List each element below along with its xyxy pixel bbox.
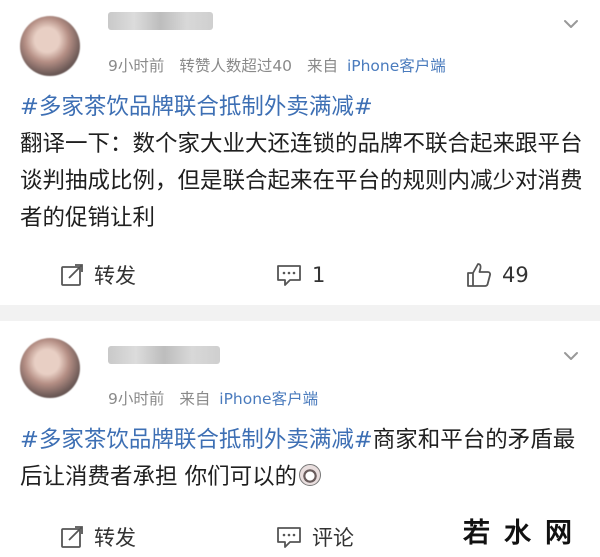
watermark-text: 若水网	[463, 518, 586, 549]
post-time: 9小时前	[108, 57, 165, 75]
username-blurred[interactable]	[108, 12, 213, 30]
post-text: #多家茶饮品牌联合抵制外卖满减#商家和平台的矛盾最后让消费者承担 你们可以的	[20, 422, 585, 496]
comment-label: 评论	[312, 526, 354, 550]
repost-label: 转发	[94, 264, 136, 288]
post-text: #多家茶饮品牌联合抵制外卖满减# 翻译一下：数个家大业大还连锁的品牌不联合起来跟…	[20, 89, 585, 237]
post-meta: 9小时前 转赞人数超过40 来自 iPhone客户端	[108, 54, 446, 76]
comment-count: 1	[312, 263, 326, 287]
post-meta: 9小时前 来自 iPhone客户端	[108, 387, 318, 409]
post-time: 9小时前	[108, 390, 165, 408]
avatar[interactable]	[20, 338, 80, 398]
repost-icon	[61, 264, 83, 286]
avatar[interactable]	[20, 16, 80, 76]
post-source-prefix: 来自	[306, 57, 338, 75]
post-card-1: 9小时前 转赞人数超过40 来自 iPhone客户端 #多家茶饮品牌联合抵制外卖…	[0, 0, 600, 305]
comment-button[interactable]: 评论	[276, 517, 354, 557]
like-button[interactable]: 49	[466, 255, 529, 295]
emoji-icon	[299, 464, 322, 486]
username-blurred[interactable]	[108, 346, 220, 364]
topic-link[interactable]: #多家茶饮品牌联合抵制外卖满减#	[20, 94, 373, 120]
post-source-prefix: 来自	[179, 390, 211, 408]
comment-button[interactable]: 1	[276, 255, 325, 295]
post-stat: 转赞人数超过40	[179, 57, 293, 75]
chevron-down-icon[interactable]	[562, 347, 580, 365]
site-watermark: 若水网	[463, 519, 586, 549]
like-icon	[467, 263, 492, 287]
post-source-device[interactable]: iPhone客户端	[219, 390, 318, 408]
repost-icon	[61, 526, 83, 548]
chevron-down-icon[interactable]	[562, 15, 580, 33]
action-bar: 转发 1 49	[0, 255, 600, 295]
comment-icon	[277, 265, 301, 286]
post-source-device[interactable]: iPhone客户端	[347, 57, 446, 75]
comment-icon	[277, 527, 301, 548]
like-count: 49	[502, 263, 529, 287]
post-body: 翻译一下：数个家大业大还连锁的品牌不联合起来跟平台谈判抽成比例，但是联合起来在平…	[20, 131, 583, 231]
repost-button[interactable]: 转发	[60, 255, 136, 295]
topic-link[interactable]: #多家茶饮品牌联合抵制外卖满减#	[20, 427, 373, 453]
repost-button[interactable]: 转发	[60, 517, 136, 557]
divider	[0, 305, 600, 321]
repost-label: 转发	[94, 526, 136, 550]
